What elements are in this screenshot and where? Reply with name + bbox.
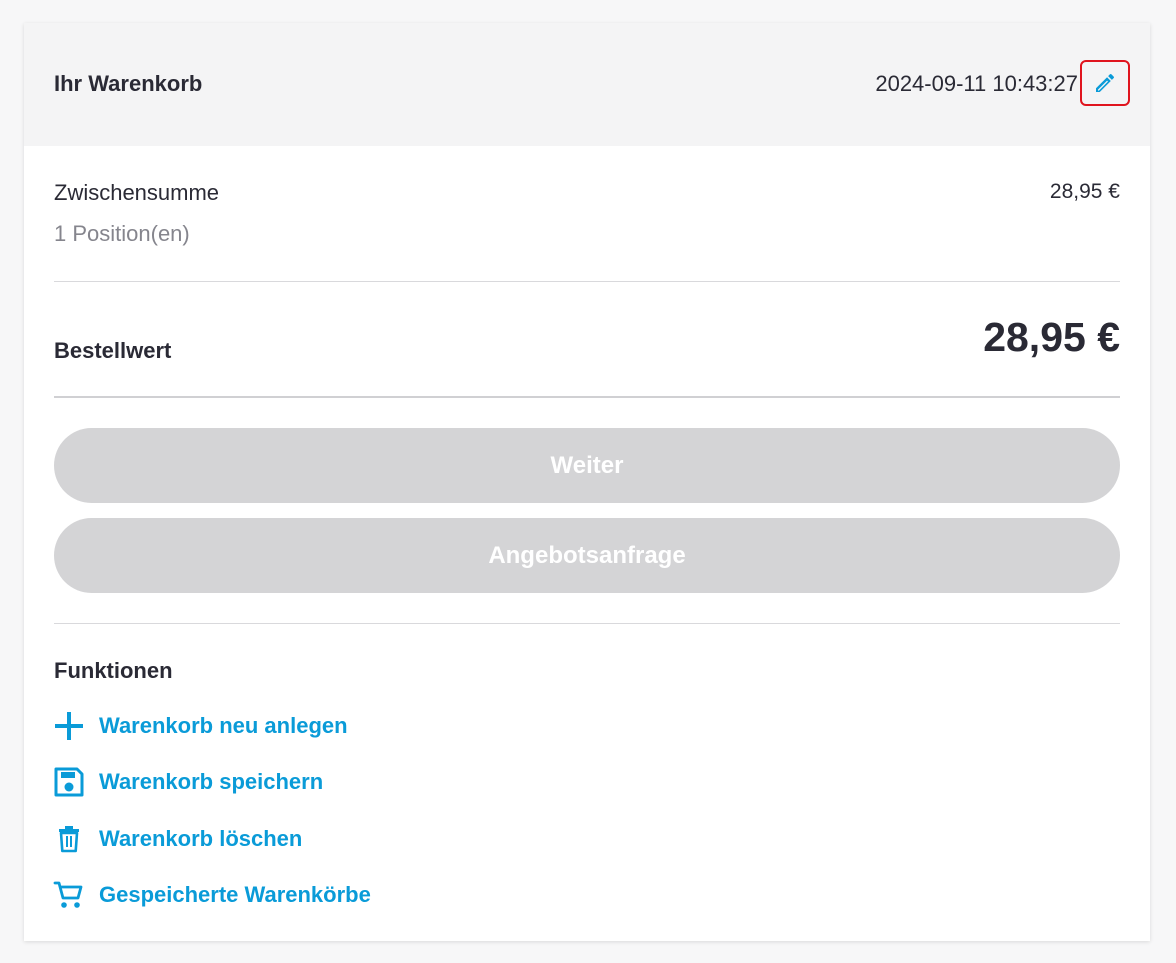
save-cart-label: Warenkorb speichern bbox=[99, 769, 324, 794]
divider bbox=[54, 396, 1120, 398]
new-cart-label: Warenkorb neu anlegen bbox=[99, 713, 348, 738]
order-total-value: 28,95 € bbox=[983, 314, 1120, 360]
delete-cart-link[interactable]: Warenkorb löschen bbox=[52, 819, 302, 859]
subtotal-value: 28,95 € bbox=[1049, 180, 1120, 203]
continue-button[interactable]: Weiter bbox=[54, 428, 1120, 503]
new-cart-link[interactable]: Warenkorb neu anlegen bbox=[52, 706, 348, 746]
delete-cart-label: Warenkorb löschen bbox=[99, 826, 303, 851]
order-total-label: Bestellwert bbox=[54, 338, 172, 363]
plus-icon bbox=[52, 709, 86, 743]
save-icon bbox=[52, 765, 86, 799]
quote-request-button[interactable]: Angebotsanfrage bbox=[54, 518, 1120, 593]
pencil-icon bbox=[1096, 73, 1115, 92]
functions-title: Funktionen bbox=[54, 658, 173, 683]
subtotal-label: Zwischensumme bbox=[54, 180, 220, 205]
saved-carts-label: Gespeicherte Warenkörbe bbox=[99, 882, 371, 907]
edit-cart-name-button[interactable] bbox=[1080, 60, 1130, 106]
cart-icon bbox=[52, 878, 86, 912]
cart-timestamp: 2024-09-11 10:43:27 bbox=[875, 71, 1078, 96]
save-cart-link[interactable]: Warenkorb speichern bbox=[52, 762, 323, 802]
divider bbox=[54, 623, 1120, 624]
positions-count: 1 Position(en) bbox=[54, 221, 190, 246]
divider bbox=[54, 281, 1120, 282]
cart-title: Ihr Warenkorb bbox=[54, 71, 203, 96]
cart-summary-card: Ihr Warenkorb 2024-09-11 10:43:27 Zwisch… bbox=[24, 23, 1150, 941]
saved-carts-link[interactable]: Gespeicherte Warenkörbe bbox=[52, 875, 371, 915]
trash-icon bbox=[52, 822, 86, 856]
cart-header: Ihr Warenkorb 2024-09-11 10:43:27 bbox=[24, 23, 1150, 146]
